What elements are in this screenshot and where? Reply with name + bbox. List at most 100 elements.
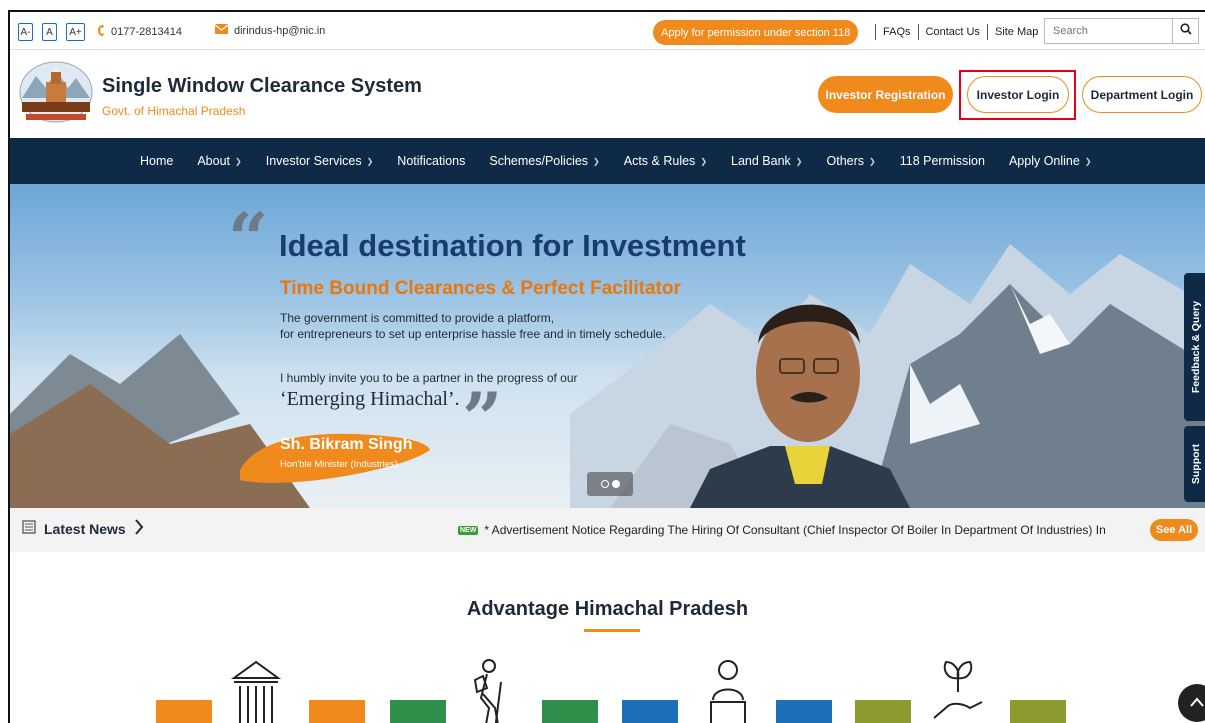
advantage-card-green xyxy=(542,700,598,723)
latest-news-label: Latest News xyxy=(22,519,144,538)
font-reset-button[interactable]: A xyxy=(42,23,57,41)
hero-subheading: Time Bound Clearances & Perfect Facilita… xyxy=(280,278,681,299)
faqs-link[interactable]: FAQs xyxy=(883,26,911,38)
phone-contact: 0177-2813414 xyxy=(97,24,182,40)
nav-label: Investor Services xyxy=(265,154,362,168)
investor-login-button[interactable]: Investor Login xyxy=(967,76,1069,113)
search-button[interactable] xyxy=(1172,19,1198,43)
department-login-button[interactable]: Department Login xyxy=(1082,76,1202,113)
government-building-icon xyxy=(230,658,282,723)
news-ticker[interactable]: NEW * Advertisement Notice Regarding The… xyxy=(458,523,1132,537)
main-navigation: Home About ❯ Investor Services ❯ Notificat… xyxy=(10,138,1205,184)
support-tab[interactable]: Support xyxy=(1184,426,1205,502)
minister-name: Sh. Bikram Singh xyxy=(280,436,413,453)
feedback-query-tab[interactable]: Feedback & Query xyxy=(1184,273,1205,421)
nav-118-permission[interactable]: 118 Permission xyxy=(900,154,985,168)
nav-label: Others xyxy=(826,154,865,168)
back-to-top-button[interactable] xyxy=(1178,684,1205,722)
see-all-button[interactable]: See All xyxy=(1150,519,1198,541)
latest-news-bar: Latest News NEW * Advertisement Notice R… xyxy=(10,508,1205,552)
advantage-card-olive xyxy=(1010,700,1066,723)
site-title: Single Window Clearance System xyxy=(102,75,422,97)
nav-label: 118 Permission xyxy=(899,154,985,168)
advantage-card-blue xyxy=(622,700,678,723)
nav-label: Home xyxy=(140,154,174,168)
nav-schemes-policies[interactable]: Schemes/Policies ❯ xyxy=(489,154,599,168)
carousel-dot[interactable] xyxy=(600,480,609,488)
chevron-up-icon xyxy=(1190,694,1204,712)
hiker-icon xyxy=(465,658,509,723)
support-label: Support xyxy=(1190,443,1202,485)
advantage-card-olive xyxy=(855,700,911,723)
chevron-right-icon xyxy=(134,519,144,538)
divider xyxy=(917,24,919,40)
nav-label: Land Bank xyxy=(731,154,791,168)
nav-notifications[interactable]: Notifications xyxy=(397,154,465,168)
font-decrease-button[interactable]: A- xyxy=(18,23,33,41)
nav-label: Schemes/Policies xyxy=(489,154,589,168)
chevron-down-icon: ❯ xyxy=(366,156,374,166)
chevron-down-icon: ❯ xyxy=(1084,156,1092,166)
contact-us-link[interactable]: Contact Us xyxy=(926,26,980,38)
himachal-emblem-logo[interactable] xyxy=(16,58,96,126)
hero-paragraph-line: The government is committed to provide a… xyxy=(280,311,555,325)
hero-invite-text: I humbly invite you to be a partner in t… xyxy=(280,371,578,385)
search-icon xyxy=(1179,22,1192,40)
nav-label: Apply Online xyxy=(1008,154,1080,168)
quote-close-icon: ” xyxy=(462,377,503,460)
investor-registration-button[interactable]: Investor Registration xyxy=(818,76,953,113)
advantage-card-orange xyxy=(309,700,365,723)
nav-label: Notifications xyxy=(397,154,466,168)
news-ticker-text: * Advertisement Notice Regarding The Hir… xyxy=(484,523,1106,537)
plant-in-hand-icon xyxy=(930,658,986,723)
chevron-down-icon: ❯ xyxy=(593,156,600,166)
hero-emerging-text: ‘Emerging Himachal’. xyxy=(280,388,460,410)
nav-land-bank[interactable]: Land Bank ❯ xyxy=(731,154,802,168)
carousel-indicators xyxy=(587,472,633,496)
site-header: Single Window Clearance System Govt. of … xyxy=(10,50,1205,138)
nav-label: Acts & Rules xyxy=(623,154,696,168)
latest-news-text: Latest News xyxy=(44,520,126,537)
hero-paragraph-line: for entrepreneurs to set up enterprise h… xyxy=(280,327,666,341)
nav-about[interactable]: About ❯ xyxy=(197,154,241,168)
chevron-down-icon: ❯ xyxy=(795,156,803,166)
chevron-down-icon: ❯ xyxy=(700,156,708,166)
nav-others[interactable]: Others ❯ xyxy=(827,154,876,168)
chevron-down-icon: ❯ xyxy=(235,156,242,166)
nav-home[interactable]: Home xyxy=(140,154,173,168)
divider xyxy=(986,24,988,40)
carousel-dot-active[interactable] xyxy=(611,480,620,488)
top-links: FAQs Contact Us Site Map xyxy=(868,24,1038,40)
site-subtitle: Govt. of Himachal Pradesh xyxy=(102,104,246,118)
nav-investor-services[interactable]: Investor Services ❯ xyxy=(266,154,374,168)
divider xyxy=(875,24,876,40)
phone-number: 0177-2813414 xyxy=(111,26,182,38)
feedback-query-label: Feedback & Query xyxy=(1190,300,1203,394)
email-address[interactable]: dirindus-hp@nic.in xyxy=(234,25,325,37)
new-badge-icon: NEW xyxy=(458,525,479,535)
nav-acts-rules[interactable]: Acts & Rules ❯ xyxy=(624,154,707,168)
hero-banner: “ Ideal destination for Investment Time … xyxy=(10,184,1205,508)
chevron-down-icon: ❯ xyxy=(869,156,876,166)
top-utility-bar: A- A A+ 0177-2813414 dirindus-hp@nic.in … xyxy=(10,12,1205,50)
search-input[interactable] xyxy=(1045,19,1172,43)
advantage-section-title: Advantage Himachal Pradesh xyxy=(466,598,749,620)
hero-paragraph: The government is committed to provide a… xyxy=(280,310,740,342)
search-box xyxy=(1044,18,1199,44)
mail-icon xyxy=(214,24,229,37)
page-frame: A- A A+ 0177-2813414 dirindus-hp@nic.in … xyxy=(8,10,1205,723)
quote-open-icon: “ xyxy=(228,197,269,280)
hero-heading: Ideal destination for Investment xyxy=(279,228,746,263)
advantage-card-blue xyxy=(776,700,832,723)
advantage-card-green xyxy=(390,700,446,723)
site-map-link[interactable]: Site Map xyxy=(995,26,1038,38)
newspaper-icon xyxy=(22,520,36,537)
phone-icon xyxy=(97,24,105,40)
minister-role: Hon'ble Minister (Industries) xyxy=(280,459,398,470)
email-contact: dirindus-hp@nic.in xyxy=(214,24,325,37)
advantage-card-orange xyxy=(156,700,212,723)
font-increase-button[interactable]: A+ xyxy=(66,23,85,41)
nav-apply-online[interactable]: Apply Online ❯ xyxy=(1009,154,1092,168)
apply-section-118-button[interactable]: Apply for permission under section 118 xyxy=(653,20,859,45)
nav-label: About xyxy=(197,154,231,168)
